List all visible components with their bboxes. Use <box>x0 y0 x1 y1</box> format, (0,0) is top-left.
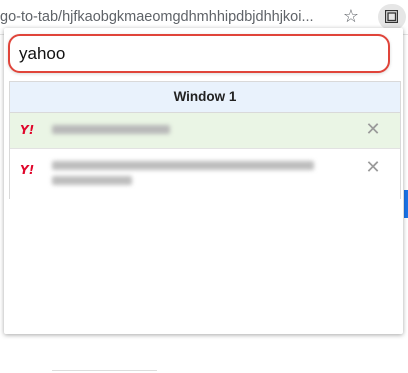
background-divider <box>52 370 157 371</box>
background-page-edge <box>404 190 408 218</box>
close-icon[interactable]: ✕ <box>365 120 381 138</box>
tab-search-popup: Window 1 Y! ✕ Y! ✕ <box>4 28 403 334</box>
tab-switcher-icon <box>385 10 398 23</box>
tab-row[interactable]: Y! ✕ <box>10 149 400 200</box>
window-group: Window 1 Y! ✕ Y! ✕ <box>9 81 401 200</box>
blurred-title-bar <box>52 176 132 185</box>
search-input[interactable] <box>8 34 390 73</box>
tab-row[interactable]: Y! ✕ <box>10 113 400 149</box>
tab-title <box>52 122 322 138</box>
tab-title <box>52 158 322 185</box>
yahoo-favicon-icon: Y! <box>20 123 35 137</box>
extension-button[interactable] <box>378 4 406 30</box>
window-header: Window 1 <box>10 82 400 113</box>
star-icon[interactable]: ☆ <box>340 5 362 27</box>
blurred-title-bar <box>52 125 170 134</box>
yahoo-favicon-icon: Y! <box>20 163 35 177</box>
blurred-title-bar <box>52 161 314 170</box>
close-icon[interactable]: ✕ <box>365 158 381 176</box>
